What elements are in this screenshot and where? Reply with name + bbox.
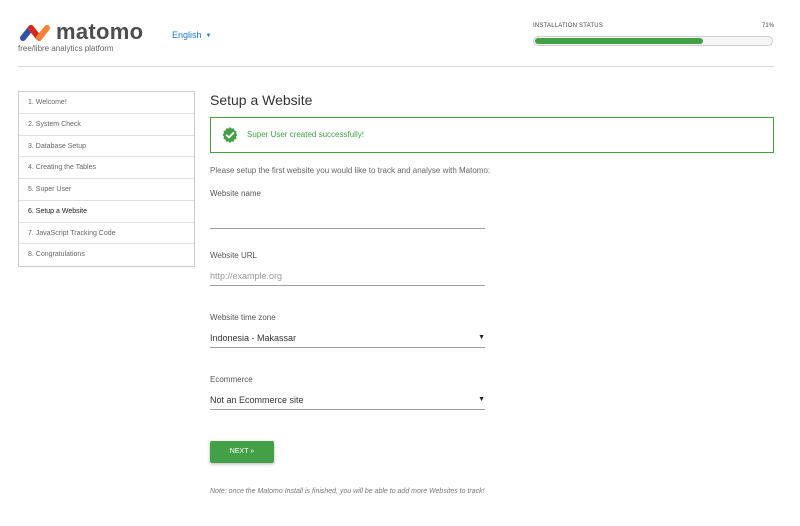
tagline: free/libre analytics platform xyxy=(18,44,114,53)
step-setup-website: 6. Setup a Website xyxy=(19,200,194,223)
step-javascript-tracking-code: 7. JavaScript Tracking Code xyxy=(19,223,194,245)
installation-progress-bar xyxy=(533,36,773,46)
installation-status-label: INSTALLATION STATUS xyxy=(533,23,604,29)
timezone-label: Website time zone xyxy=(210,313,276,322)
ecommerce-select[interactable]: Not an Ecommerce site ▼ xyxy=(210,391,485,410)
installation-steps: 1. Welcome! 2. System Check 3. Database … xyxy=(18,91,195,267)
step-welcome: 1. Welcome! xyxy=(19,92,194,114)
step-database-setup: 3. Database Setup xyxy=(19,136,194,158)
matomo-logo-icon xyxy=(20,25,50,41)
step-super-user: 5. Super User xyxy=(19,179,194,201)
timezone-value: Indonesia - Makassar xyxy=(210,333,297,343)
step-system-check: 2. System Check xyxy=(19,114,194,136)
caret-down-icon: ▼ xyxy=(205,33,212,39)
ecommerce-value: Not an Ecommerce site xyxy=(210,395,304,405)
timezone-select[interactable]: Indonesia - Makassar ▼ xyxy=(210,329,485,348)
success-notification: Super User created successfully! xyxy=(210,117,774,153)
header-divider xyxy=(18,66,774,67)
check-badge-icon xyxy=(222,127,238,143)
intro-text: Please setup the first website you would… xyxy=(210,166,491,175)
step-congratulations: 8. Congratulations xyxy=(28,251,85,259)
page-title: Setup a Website xyxy=(210,92,313,108)
success-message: Super User created successfully! xyxy=(247,130,364,139)
logo-text: matomo xyxy=(56,19,144,44)
website-url-input[interactable]: http://example.org xyxy=(210,267,485,286)
installation-status-percent: 71% xyxy=(761,23,774,29)
next-button[interactable]: NEXT » xyxy=(210,441,274,463)
website-name-input[interactable] xyxy=(210,210,485,229)
website-url-label: Website URL xyxy=(210,251,257,260)
language-selector[interactable]: English ▼ xyxy=(172,30,211,40)
install-note: Note: once the Matomo Install is finishe… xyxy=(210,488,485,495)
dropdown-arrow-icon: ▼ xyxy=(478,396,485,403)
step-creating-tables: 4. Creating the Tables xyxy=(19,157,194,179)
dropdown-arrow-icon: ▼ xyxy=(478,334,485,341)
installation-progress-fill xyxy=(535,38,703,44)
language-label: English xyxy=(172,30,202,40)
ecommerce-label: Ecommerce xyxy=(210,375,253,384)
website-name-label: Website name xyxy=(210,189,261,198)
